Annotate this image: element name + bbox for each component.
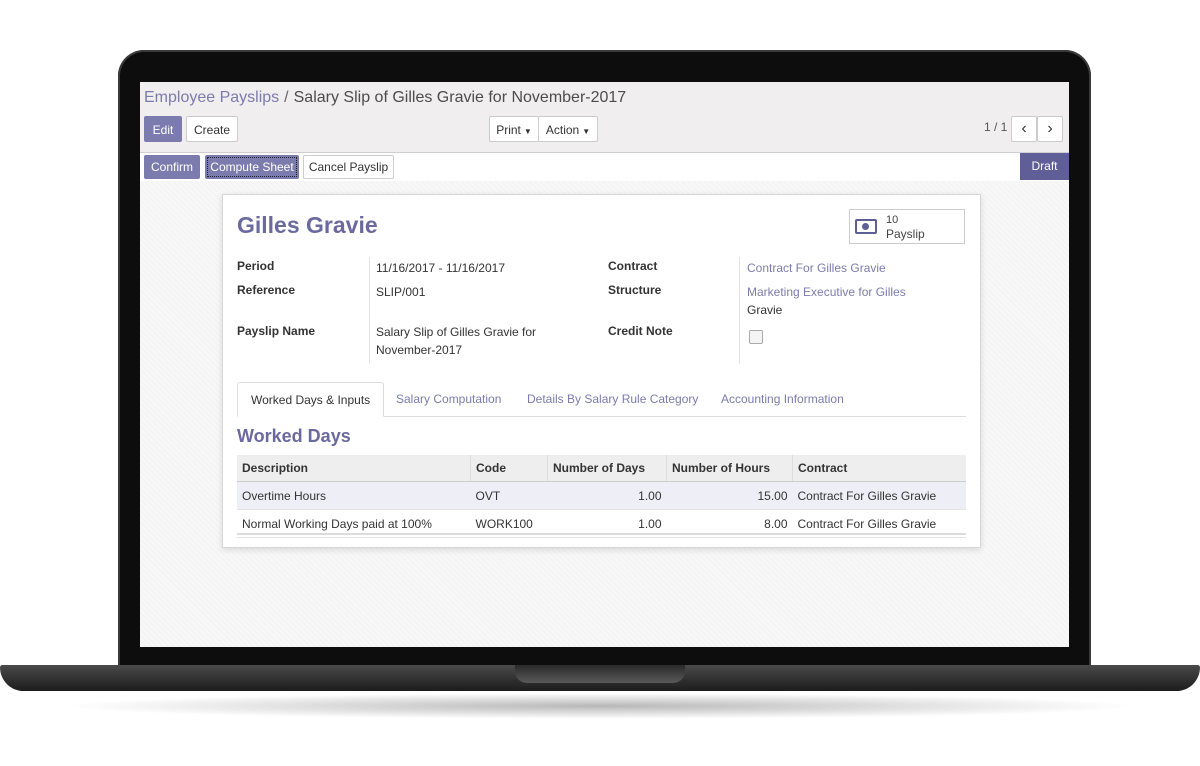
reference-value: SLIP/001: [376, 285, 426, 299]
col-code[interactable]: Code: [470, 455, 548, 482]
status-draft[interactable]: Draft: [1020, 153, 1069, 180]
tab-worked-days-inputs[interactable]: Worked Days & Inputs: [237, 382, 385, 417]
col-description[interactable]: Description: [237, 455, 471, 482]
structure-line-2: Gravie: [747, 303, 783, 317]
col-number-of-hours[interactable]: Number of Hours: [666, 455, 793, 482]
breadcrumb-separator: /: [284, 89, 289, 106]
cell-number-of-days: 1.00: [547, 481, 667, 510]
compute-sheet-button[interactable]: Compute Sheet: [205, 155, 299, 179]
laptop-hinge: [515, 665, 685, 683]
cell-description: Overtime Hours: [237, 481, 471, 510]
cancel-payslip-button[interactable]: Cancel Payslip: [303, 155, 394, 179]
credit-note-label: Credit Note: [608, 324, 673, 338]
breadcrumb-current: Salary Slip of Gilles Gravie for Novembe…: [293, 89, 627, 106]
credit-note-checkbox[interactable]: [749, 330, 763, 344]
period-label: Period: [237, 259, 275, 273]
pager-next-button[interactable]: ›: [1037, 116, 1063, 142]
chevron-left-icon: ‹: [1021, 120, 1027, 137]
payslip-count: 10: [886, 214, 899, 226]
payslip-name-label: Payslip Name: [237, 324, 316, 338]
action-label: Action: [545, 123, 580, 137]
pager-previous-button[interactable]: ‹: [1011, 116, 1037, 142]
money-icon: [855, 219, 877, 234]
structure-label: Structure: [608, 283, 662, 297]
tab-accounting-information[interactable]: Accounting Information: [721, 382, 844, 416]
caret-down-icon: ▼: [582, 127, 591, 136]
confirm-button[interactable]: Confirm: [144, 155, 200, 179]
structure-line-1[interactable]: Marketing Executive for Gilles: [747, 283, 906, 301]
structure-value[interactable]: Marketing Executive for Gilles Gravie: [747, 283, 906, 319]
action-dropdown[interactable]: Action ▼: [538, 116, 598, 142]
tab-details-by-salary-rule-category[interactable]: Details By Salary Rule Category: [527, 382, 698, 416]
cell-number-of-hours: 15.00: [666, 481, 793, 510]
form-sheet: Gilles Gravie 10 Payslip Period 11/16/20…: [222, 194, 981, 548]
caret-down-icon: ▼: [523, 127, 532, 136]
reference-label: Reference: [237, 283, 296, 297]
laptop-shadow: [60, 693, 1140, 719]
edit-button[interactable]: Edit: [144, 116, 182, 142]
create-button[interactable]: Create: [186, 116, 238, 142]
pager-value[interactable]: 1 / 1: [984, 120, 1007, 134]
payslip-stat-button[interactable]: 10 Payslip: [849, 209, 965, 244]
payslip-name-line-1: Salary Slip of Gilles Gravie for: [376, 325, 537, 339]
col-contract[interactable]: Contract: [792, 455, 966, 482]
worked-days-table: Description Code Number of Days Number o…: [237, 455, 966, 538]
chevron-right-icon: ›: [1047, 120, 1053, 137]
print-label: Print: [496, 123, 521, 137]
employee-name: Gilles Gravie: [237, 212, 378, 238]
table-footer: [237, 533, 966, 535]
col-number-of-days[interactable]: Number of Days: [547, 455, 667, 482]
contract-link[interactable]: Contract For Gilles Gravie: [747, 259, 886, 277]
screen: Employee Payslips / Salary Slip of Gilles …: [140, 82, 1069, 647]
notebook-tabs: Worked Days & Inputs Salary Computation …: [237, 382, 966, 417]
contract-label: Contract: [608, 259, 658, 273]
tab-salary-computation[interactable]: Salary Computation: [396, 382, 501, 416]
payslip-name-line-2: November-2017: [376, 343, 463, 357]
cell-contract: Contract For Gilles Gravie: [792, 481, 966, 510]
payslip-stat-label: Payslip: [886, 227, 925, 241]
payslip-name-value: Salary Slip of Gilles Gravie for Novembe…: [376, 323, 536, 359]
field-divider-right: [739, 257, 740, 364]
cell-code: OVT: [470, 481, 548, 510]
control-panel: Employee Payslips / Salary Slip of Gilles …: [140, 82, 1069, 152]
statusbar: Confirm Compute Sheet Cancel Payslip Dra…: [140, 152, 1069, 182]
period-value: 11/16/2017 - 11/16/2017: [376, 261, 505, 275]
section-title: Worked Days: [237, 426, 351, 446]
table-header-row: Description Code Number of Days Number o…: [237, 455, 966, 482]
print-dropdown[interactable]: Print ▼: [489, 116, 539, 142]
table-row[interactable]: Overtime Hours OVT 1.00 15.00 Contract F…: [237, 481, 966, 510]
breadcrumb-parent-link[interactable]: Employee Payslips: [144, 89, 279, 106]
breadcrumb: Employee Payslips / Salary Slip of Gilles …: [144, 89, 626, 107]
field-divider-left: [369, 257, 370, 364]
